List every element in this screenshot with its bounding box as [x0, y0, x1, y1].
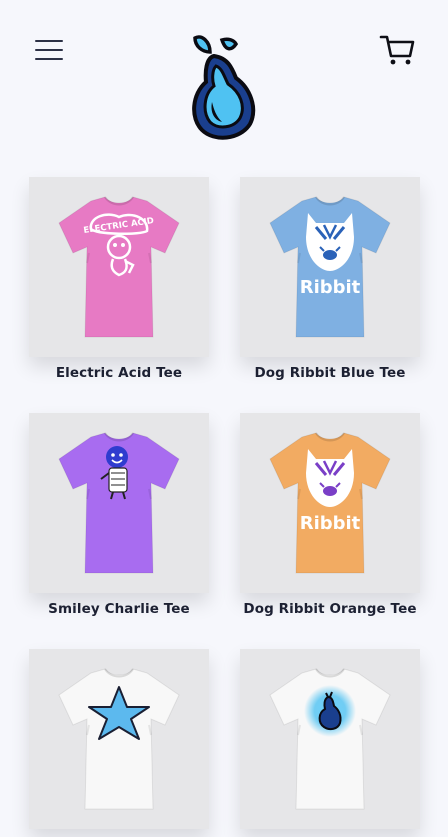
product-card[interactable]: Ribbit Dog Ribbit Blue Tee: [240, 177, 420, 381]
glow-pear-graphic: [304, 685, 356, 737]
product-title[interactable]: Electric Acid Tee: [29, 365, 209, 381]
product-image[interactable]: [240, 649, 420, 829]
graphic-label: Ribbit: [300, 513, 361, 534]
tshirt-image: ELECTRIC ACID: [58, 196, 180, 338]
product-image[interactable]: Ribbit: [240, 413, 420, 593]
product-image[interactable]: Ribbit: [240, 177, 420, 357]
tshirt-image: [58, 668, 180, 810]
app-header: [0, 0, 448, 150]
product-title[interactable]: Smiley Charlie Tee: [29, 601, 209, 617]
tshirt-image: Ribbit: [269, 196, 391, 338]
product-title[interactable]: Dog Ribbit Blue Tee: [240, 365, 420, 381]
tshirt-image: Ribbit: [269, 432, 391, 574]
tshirt-image: [269, 668, 391, 810]
product-card[interactable]: Smiley Charlie Tee: [29, 413, 209, 617]
product-image[interactable]: ELECTRIC ACID: [29, 177, 209, 357]
tshirt-image: [58, 432, 180, 574]
pear-logo-icon[interactable]: [188, 32, 258, 142]
product-card[interactable]: [240, 649, 420, 837]
graphic-label: Ribbit: [300, 277, 361, 298]
product-title[interactable]: Dog Ribbit Orange Tee: [240, 601, 420, 617]
hamburger-menu-icon[interactable]: [35, 37, 65, 63]
product-image[interactable]: [29, 413, 209, 593]
product-image[interactable]: [29, 649, 209, 829]
product-card[interactable]: ELECTRIC ACID Electric Acid Tee: [29, 177, 209, 381]
product-card[interactable]: Ribbit Dog Ribbit Orange Tee: [240, 413, 420, 617]
product-card[interactable]: [29, 649, 209, 837]
shopping-cart-icon[interactable]: [379, 33, 415, 67]
